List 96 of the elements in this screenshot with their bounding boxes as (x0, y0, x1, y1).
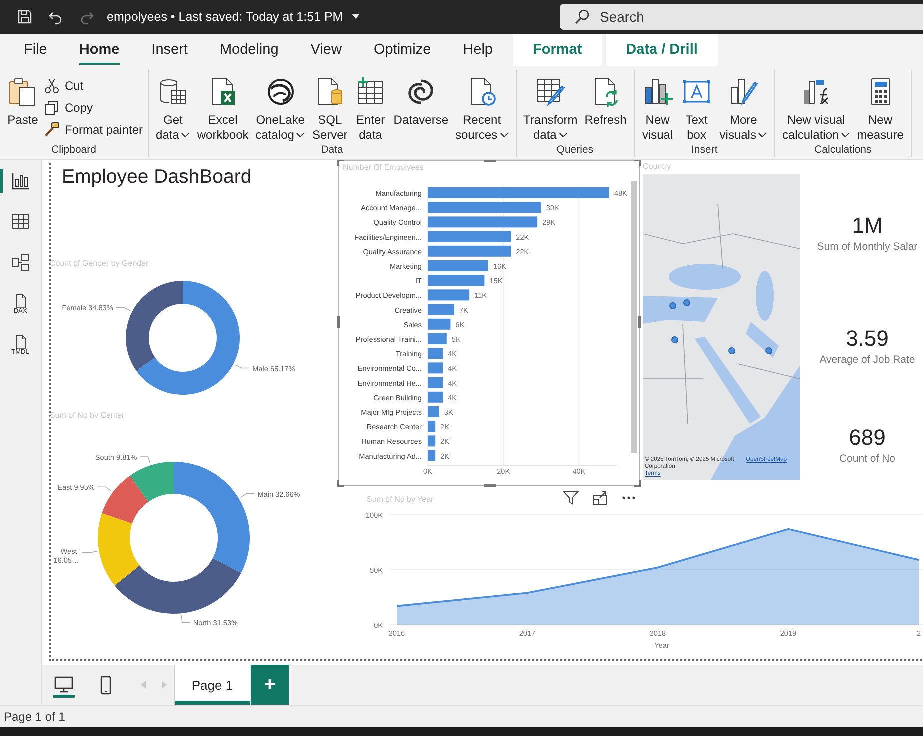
visual-calc-button[interactable]: New visual calculation (780, 76, 852, 143)
scrollbar[interactable] (631, 181, 637, 453)
donut-slice[interactable] (102, 476, 149, 524)
leader-line (240, 494, 256, 498)
page-count: Page 1 of 1 (4, 710, 66, 724)
resize-handle[interactable] (634, 160, 641, 166)
leader-line (82, 551, 98, 554)
bar[interactable] (428, 406, 440, 418)
save-icon[interactable] (17, 9, 33, 25)
filter-icon[interactable] (563, 490, 579, 506)
card-value: 689 (848, 424, 887, 452)
bar[interactable] (428, 275, 485, 286)
bar[interactable] (428, 246, 512, 257)
ribbon-tab[interactable]: Modeling (204, 34, 295, 66)
ribbon-tab[interactable]: Insert (136, 34, 204, 66)
sql-button[interactable]: SQL Server (310, 76, 350, 143)
ribbon-tab[interactable]: Home (63, 34, 136, 66)
leader-line (235, 364, 250, 369)
bar[interactable] (428, 231, 512, 242)
recent-button[interactable]: Recent sources (454, 76, 511, 143)
paintbrush-icon (44, 122, 60, 138)
bar[interactable] (428, 392, 444, 403)
copy-icon (44, 100, 60, 116)
focus-mode-icon[interactable] (592, 490, 608, 506)
scissors-icon (44, 78, 60, 94)
more-visuals-button[interactable]: More visuals (718, 76, 770, 143)
new-measure-button[interactable]: New measure (855, 76, 906, 143)
resize-handle[interactable] (484, 484, 496, 487)
bar[interactable] (428, 216, 538, 228)
bar[interactable] (428, 290, 470, 301)
table-icon (10, 212, 30, 232)
enter-data-button[interactable]: Enter data (352, 76, 389, 143)
leader-line (181, 615, 191, 623)
donut-slice[interactable] (136, 281, 240, 395)
report-title: Employee DashBoard (62, 166, 252, 189)
resize-handle[interactable] (337, 480, 344, 487)
dataverse-button[interactable]: Dataverse (392, 76, 450, 128)
ribbon-tab[interactable]: Help (447, 34, 509, 66)
leader-line (140, 456, 151, 464)
bar[interactable] (428, 436, 436, 447)
get-data-button[interactable]: Get data (154, 76, 192, 143)
copy-button[interactable]: Copy (44, 100, 144, 116)
resize-handle[interactable] (634, 480, 641, 487)
series-line[interactable] (396, 528, 920, 608)
group-label: Clipboard (50, 144, 98, 157)
bar[interactable] (428, 377, 444, 388)
leader-line (98, 486, 112, 492)
resize-handle[interactable] (638, 316, 641, 328)
page-tab[interactable]: Page 1 (174, 665, 250, 705)
document-title: empolyees • Last saved: Today at 1:51 PM (107, 10, 344, 24)
bar[interactable] (428, 304, 454, 316)
refresh-button[interactable]: Refresh (582, 76, 629, 128)
group-label: Calculations (814, 144, 873, 157)
card-value: 3.59 (845, 325, 890, 353)
text-box-button[interactable]: Text box (678, 76, 715, 143)
bar[interactable] (428, 202, 542, 214)
group-label: Queries (556, 144, 595, 157)
onelake-button[interactable]: OneLake catalog (254, 76, 308, 143)
card-label: Average of Job Rate (818, 354, 916, 366)
transform-button[interactable]: Transform data (522, 76, 580, 143)
ribbon-tab[interactable]: Data / Drill (606, 34, 718, 66)
card-label: Count of No (838, 453, 897, 465)
card-label: Sum of Monthly Salar (816, 241, 919, 253)
bar[interactable] (428, 450, 436, 462)
bar[interactable] (428, 421, 436, 432)
new-visual-button[interactable]: New visual (640, 76, 676, 143)
group-label: Data (320, 144, 344, 157)
format-painter-button[interactable]: Format painter (44, 122, 144, 138)
paste-button[interactable]: Paste (5, 76, 41, 128)
phone-icon (99, 676, 113, 694)
search-field[interactable]: Search (560, 4, 923, 30)
group-label: Insert (690, 144, 719, 157)
ribbon-tab[interactable]: File (8, 34, 64, 66)
monitor-icon (54, 676, 74, 694)
bar[interactable] (428, 318, 451, 330)
resize-handle[interactable] (337, 316, 340, 328)
donut-slice[interactable] (130, 462, 174, 502)
donut-slice[interactable] (174, 462, 250, 574)
excel-button[interactable]: Excel workbook (195, 76, 251, 143)
card-value: 1M (851, 212, 884, 240)
donut-slice[interactable] (98, 513, 140, 586)
model-icon (10, 253, 30, 273)
ribbon-tab[interactable]: Optimize (358, 34, 448, 66)
donut-slice[interactable] (114, 558, 242, 614)
leader-line (116, 307, 131, 312)
resize-handle[interactable] (337, 160, 344, 166)
add-page-button[interactable]: + (251, 665, 289, 705)
donut-slice[interactable] (126, 281, 183, 371)
caret-icon[interactable] (351, 13, 362, 21)
bar[interactable] (428, 362, 444, 374)
bar-chart-icon (10, 171, 30, 191)
bar[interactable] (428, 348, 444, 360)
cut-button[interactable]: Cut (44, 78, 144, 94)
search-icon (574, 9, 590, 25)
ribbon-tab[interactable]: Format (513, 34, 602, 66)
ribbon-tab[interactable]: View (294, 34, 358, 66)
